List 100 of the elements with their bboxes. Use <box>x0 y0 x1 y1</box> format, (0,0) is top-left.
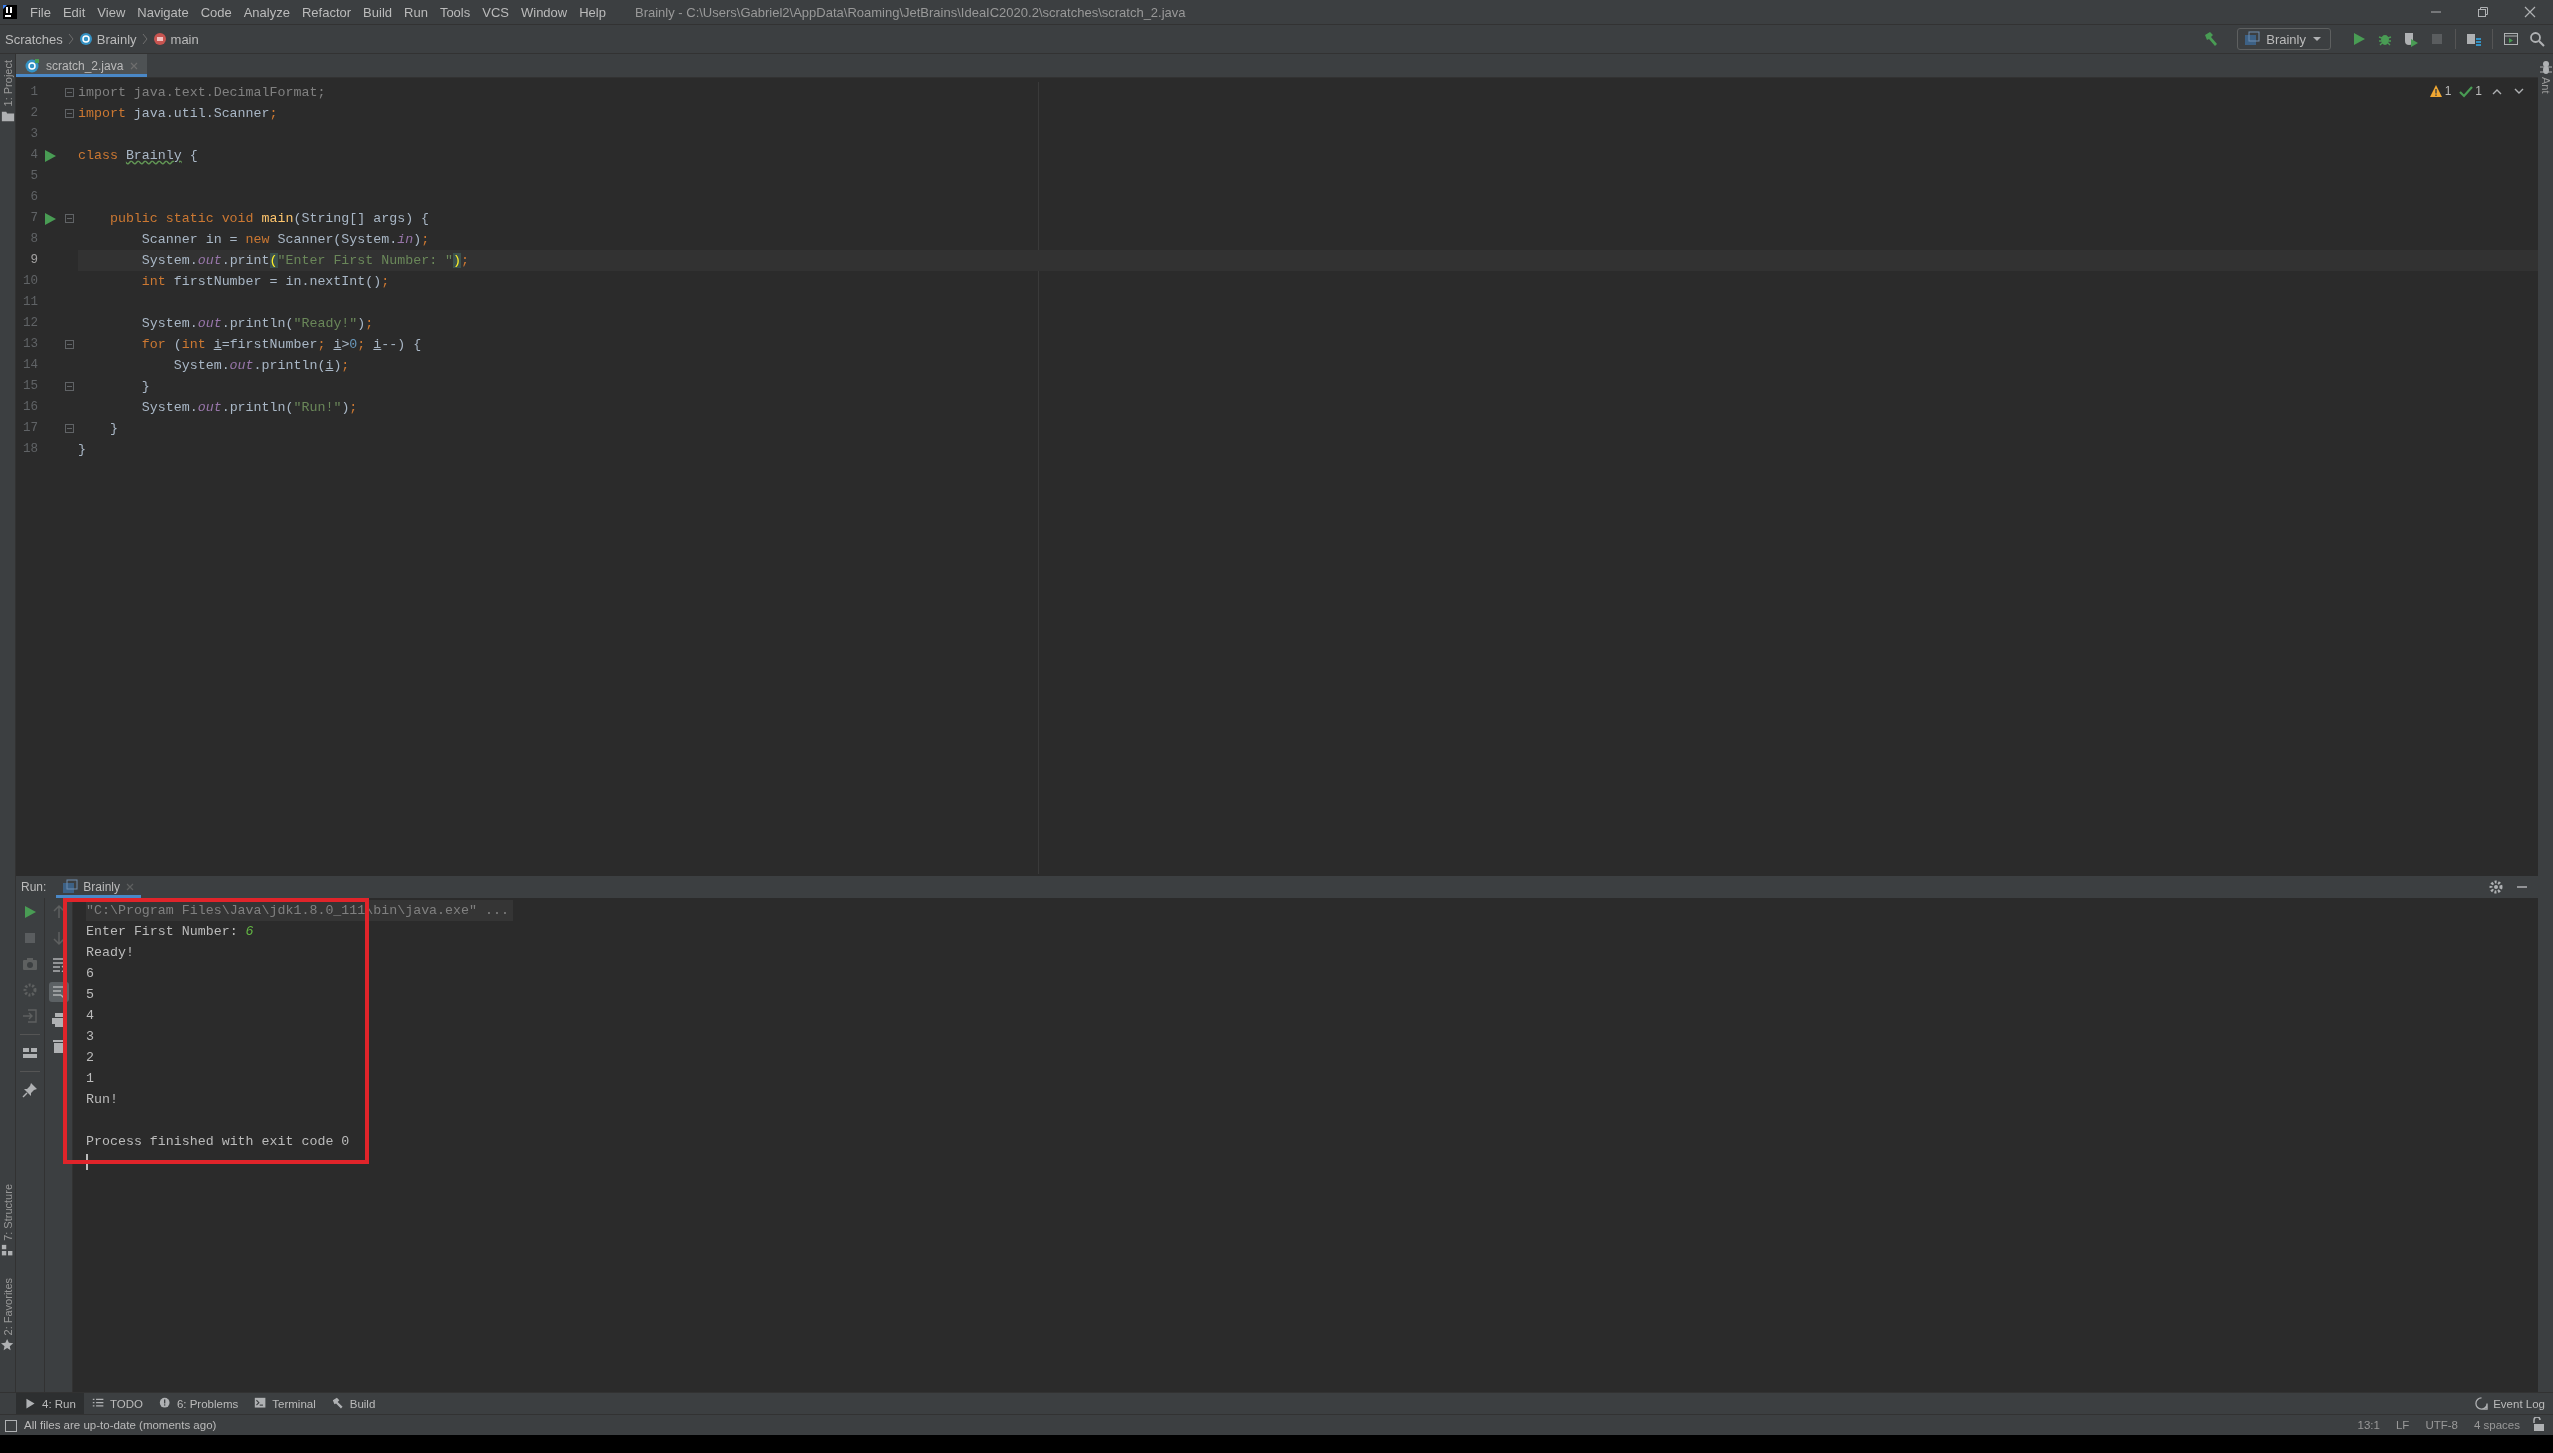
warning-icon <box>2428 84 2443 98</box>
pin-icon[interactable] <box>22 1082 38 1098</box>
line-number: 10 <box>22 273 38 290</box>
settings-icon[interactable] <box>2488 879 2504 895</box>
run-icon[interactable] <box>43 149 56 162</box>
check-count[interactable]: 1 <box>2459 84 2482 98</box>
window-title: Brainly - C:\Users\Gabriel2\AppData\Roaming\JetBrains\IdeaIC2020.2\scratches\scratch_2.java <box>634 4 1186 20</box>
console-line: Process finished with exit code 0 <box>86 1133 351 1151</box>
line-number: 5 <box>29 168 38 185</box>
menu-item[interactable]: Build <box>358 4 397 20</box>
caret-icon <box>2312 36 2322 42</box>
hammer-icon[interactable] <box>2203 31 2220 47</box>
console-line: 2 <box>86 1049 95 1067</box>
status-item[interactable]: 13:1 <box>2352 1419 2385 1431</box>
lock-icon[interactable] <box>2531 1417 2547 1433</box>
menu-item[interactable]: Run <box>399 4 433 20</box>
window-icon <box>62 879 79 895</box>
tool-window-button[interactable]: 2: Favorites <box>0 1271 15 1392</box>
fold-icon[interactable] <box>65 382 74 391</box>
menu-item[interactable]: Analyze <box>238 4 295 20</box>
tool-window-tab[interactable]: 4: Run <box>16 1393 84 1414</box>
console-line: 5 <box>86 986 95 1004</box>
menu-item[interactable]: Navigate <box>132 4 194 20</box>
line-number: 8 <box>29 231 38 248</box>
menu-item[interactable]: Help <box>574 4 611 20</box>
code-line: System.out.println(i); <box>172 357 350 375</box>
line-number: 12 <box>22 315 38 332</box>
close-icon[interactable] <box>2522 4 2538 20</box>
line-number: 14 <box>22 357 38 374</box>
warning-count[interactable]: 1 <box>2428 84 2452 98</box>
speech-bubble-icon <box>2475 1397 2489 1410</box>
code-line: } <box>140 378 150 396</box>
folder-icon <box>0 109 15 124</box>
chevron-icon <box>66 32 75 46</box>
menu-item[interactable]: Code <box>195 4 237 20</box>
tool-window-tab[interactable]: Build <box>323 1393 384 1414</box>
status-item[interactable]: 4 spaces <box>2468 1419 2525 1431</box>
tool-window-button[interactable]: 7: Structure <box>0 1177 15 1272</box>
project-structure-icon[interactable] <box>2466 31 2482 47</box>
line-number: 17 <box>22 420 38 437</box>
run-icon[interactable] <box>2351 31 2367 47</box>
layout-icon[interactable] <box>22 1045 38 1061</box>
code-line: for (int i=firstNumber; i>0; i--) { <box>140 336 422 354</box>
fold-icon[interactable] <box>65 88 74 97</box>
menu-item[interactable]: View <box>92 4 131 20</box>
text-cursor <box>86 1154 88 1171</box>
tool-window-button[interactable]: 1: Project <box>0 54 15 130</box>
line-number: 7 <box>29 210 38 227</box>
line-number: 13 <box>22 336 38 353</box>
tool-window-tab[interactable]: 6: Problems <box>150 1393 247 1414</box>
line-number: 1 <box>29 84 38 101</box>
presentation-icon[interactable] <box>2503 31 2519 47</box>
status-message: All files are up-to-date (moments ago) <box>24 1419 217 1431</box>
menu-item[interactable]: Window <box>515 4 573 20</box>
chevron-icon <box>140 32 149 46</box>
menu-item[interactable]: Tools <box>434 4 476 20</box>
line-number: 4 <box>29 147 38 164</box>
run-icon[interactable] <box>43 212 56 225</box>
check-icon <box>2459 84 2474 98</box>
fold-icon[interactable] <box>65 109 74 118</box>
fold-icon[interactable] <box>65 214 74 223</box>
tool-window-tab[interactable]: Terminal <box>246 1393 324 1414</box>
menu-item[interactable]: VCS <box>477 4 514 20</box>
fold-icon[interactable] <box>65 340 74 349</box>
code-line: import java.util.Scanner; <box>78 105 278 123</box>
code-line: System.out.println("Ready!"); <box>140 315 374 333</box>
breadcrumb[interactable]: main <box>152 31 199 47</box>
line-number: 18 <box>22 441 38 458</box>
coverage-icon[interactable] <box>2403 31 2419 47</box>
menu-item[interactable]: Edit <box>57 4 91 20</box>
line-number: 2 <box>29 105 38 122</box>
fold-icon[interactable] <box>65 424 74 433</box>
status-item[interactable]: LF <box>2390 1419 2415 1431</box>
editor-tab[interactable]: scratch_2.java <box>16 54 148 77</box>
menu-item[interactable]: Refactor <box>296 4 357 20</box>
rerun-icon[interactable] <box>22 904 38 920</box>
run-tab[interactable]: Brainly <box>56 876 142 898</box>
console-line: Run! <box>86 1091 119 1109</box>
console-line: 3 <box>86 1028 95 1046</box>
status-item[interactable]: UTF-8 <box>2420 1419 2463 1431</box>
console-line: Enter First Number: 6 <box>86 923 255 941</box>
panel-title: Run: <box>21 880 47 894</box>
exclamation-icon <box>158 1397 172 1410</box>
event-log-button[interactable]: Event Log <box>2467 1393 2553 1414</box>
line-number: 9 <box>29 252 38 269</box>
menu-item[interactable]: File <box>25 4 56 20</box>
run-configuration-dropdown[interactable]: Brainly <box>2237 28 2331 50</box>
restore-icon[interactable] <box>2475 4 2491 20</box>
line-number: 6 <box>29 189 38 206</box>
breadcrumb[interactable]: Brainly <box>78 31 137 47</box>
tool-window-button[interactable]: Ant <box>2538 54 2553 100</box>
square-icon[interactable] <box>4 1418 18 1432</box>
breadcrumb[interactable]: Scratches <box>5 31 63 47</box>
line-number: 16 <box>22 399 38 416</box>
search-icon[interactable] <box>2529 31 2545 47</box>
code-line: class Brainly { <box>78 147 198 165</box>
tool-window-tab[interactable]: TODO <box>83 1393 151 1414</box>
method-icon <box>152 32 167 46</box>
console-line: Ready! <box>86 944 135 962</box>
window-icon <box>2244 31 2261 47</box>
